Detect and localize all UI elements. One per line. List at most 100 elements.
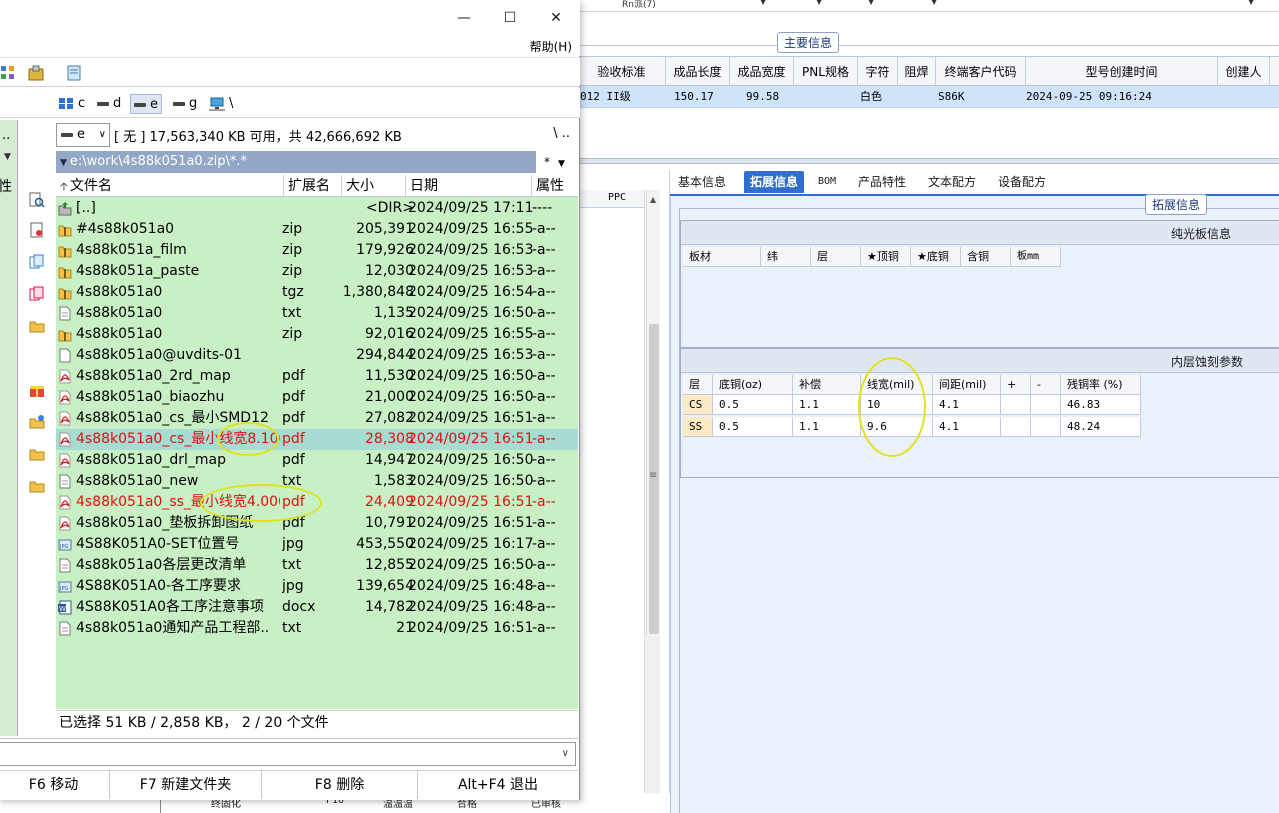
bare-header-with-copper[interactable]: 含铜 — [961, 247, 1011, 267]
close-icon[interactable]: ✕ — [546, 8, 566, 28]
new-folder-button[interactable]: F7 新建文件夹 — [110, 771, 262, 799]
etch-header-cell[interactable]: 间距(mil) — [933, 375, 1001, 395]
drive-d-button[interactable]: d — [94, 94, 124, 114]
etch-header-cell[interactable]: - — [1031, 375, 1061, 395]
etch-header-cell[interactable]: 补偿 — [793, 375, 861, 395]
table-row[interactable]: 012 II级 150.17 99.58 白色 S86K 2024-09-25 … — [578, 86, 1279, 108]
file-row[interactable]: 4s88k051a_film zip 179,926 2024/09/25 16:53… — [56, 240, 578, 261]
current-path[interactable]: ▼ e:\work\4s88k051a0.zip\*.* — [56, 151, 536, 173]
file-row[interactable]: #4s88k051a0 zip 205,391 2024/09/25 16:55 -a-… — [56, 219, 578, 240]
etch-cell[interactable] — [1001, 417, 1031, 437]
col-header-ext[interactable]: 扩展名 — [284, 175, 342, 197]
file-row[interactable]: [..] <DIR> 2024/09/25 17:11 ---- — [56, 198, 578, 219]
col-header-solder[interactable]: 阻焊 — [898, 57, 936, 87]
splitter[interactable] — [578, 158, 1279, 164]
chevron-down-icon[interactable]: ▼ — [760, 0, 766, 6]
etch-cell[interactable]: 4.1 — [933, 417, 1001, 437]
scroll-up-arrow-icon[interactable]: ▲ — [650, 195, 656, 204]
folder-icon[interactable] — [29, 446, 45, 462]
drive-c-button[interactable]: c — [56, 94, 88, 114]
col-header-creator[interactable]: 创建人 — [1218, 57, 1270, 87]
chevron-down-icon[interactable]: ▼ — [868, 0, 874, 6]
bare-header-board-mm[interactable]: 板mm — [1011, 247, 1061, 267]
root-parent-buttons[interactable]: \ .. — [553, 126, 570, 141]
file-row[interactable]: 4s88k051a0_cs_最小线宽8.100 pdf 28,308 2024/09/… — [56, 429, 578, 450]
title-bar[interactable]: — ☐ ✕ — [0, 0, 580, 36]
notepad-icon[interactable] — [66, 65, 82, 81]
bare-header-top-copper[interactable]: ★顶铜 — [861, 247, 911, 267]
col-header-created[interactable]: 型号创建时间 — [1026, 57, 1218, 87]
tab-equipment-recipe[interactable]: 设备配方 — [992, 171, 1052, 193]
network-drive-button[interactable]: \ — [206, 94, 236, 114]
etch-header-cell[interactable]: + — [1001, 375, 1031, 395]
copy-files-icon[interactable] — [29, 254, 45, 270]
col-header-width[interactable]: 成品宽度 — [730, 57, 794, 87]
file-row[interactable]: JPG 4S88K051A0-各工序要求 jpg 139,654 2024/09/25 … — [56, 576, 578, 597]
etch-cell[interactable]: CS — [683, 395, 713, 415]
tab-extended-info[interactable]: 拓展信息 — [744, 171, 805, 193]
col-header-length[interactable]: 成品长度 — [666, 57, 730, 87]
view-file-icon[interactable] — [29, 222, 45, 238]
etch-cell[interactable] — [1031, 417, 1061, 437]
file-row[interactable]: 4s88k051a0_drl_map pdf 14,947 2024/09/25 16… — [56, 450, 578, 471]
etch-cell[interactable]: 0.5 — [713, 395, 793, 415]
tab-product-features[interactable]: 产品特性 — [852, 171, 912, 193]
new-folder-icon[interactable] — [29, 414, 45, 430]
chevron-down-icon[interactable]: ∨ — [562, 748, 569, 759]
file-row[interactable]: 4s88k051a0通知产品工程部.. txt 21 2024/09/25 16:51… — [56, 618, 578, 639]
col-header-standard[interactable]: 验收标准 — [578, 57, 666, 87]
col-header-attr[interactable]: 属性 — [532, 175, 578, 197]
etch-header-cell[interactable]: 残铜率 (%) — [1061, 375, 1141, 395]
file-row[interactable]: 4s88k051a_paste zip 12,030 2024/09/25 16:53… — [56, 261, 578, 282]
etch-header-cell[interactable]: 层 — [683, 375, 713, 395]
vertical-scrollbar[interactable]: ▲ ≡ — [646, 194, 660, 636]
file-row[interactable]: JPG 4S88K051A0-SET位置号 jpg 453,550 2024/09/25… — [56, 534, 578, 555]
etch-cell[interactable] — [1001, 395, 1031, 415]
history-dropdown-icon[interactable]: ▼ — [60, 158, 67, 168]
chevron-down-icon[interactable]: ▼ — [816, 0, 822, 6]
col-header-date[interactable]: 日期 — [406, 175, 532, 197]
etch-cell[interactable] — [1031, 395, 1061, 415]
etch-cell[interactable]: 0.5 — [713, 417, 793, 437]
file-row[interactable]: W 4S88K051A0各工序注意事项 docx 14,782 2024/09/25 1… — [56, 597, 578, 618]
etch-header-cell[interactable]: 线宽(mil) — [861, 375, 933, 395]
drive-e-button[interactable]: e — [130, 94, 162, 114]
bare-header-layer[interactable]: 层 — [811, 247, 861, 267]
etch-cell[interactable]: 48.24 — [1061, 417, 1141, 437]
etch-cell[interactable]: 1.1 — [793, 417, 861, 437]
bare-header-weft[interactable]: 纬 — [761, 247, 811, 267]
file-row[interactable]: 4s88k051a0_ss_最小线宽4.000 pdf 24,409 2024/09/… — [56, 492, 578, 513]
file-row[interactable]: 4s88k051a0_垫板拆卸图纸 pdf 10,791 2024/09/25 16:… — [56, 513, 578, 534]
pack-archive-icon[interactable] — [28, 65, 44, 81]
file-list[interactable]: 🡡 文件名 扩展名 大小 日期 属性 [..] <DIR> 2024/09/25 17… — [56, 175, 578, 709]
etch-cell[interactable]: 1.1 — [793, 395, 861, 415]
file-row[interactable]: 4s88k051a0 tgz 1,380,848 2024/09/25 16:54 -a… — [56, 282, 578, 303]
etch-cell[interactable]: 4.1 — [933, 395, 1001, 415]
grid-view-icon[interactable] — [0, 65, 16, 81]
file-row[interactable]: 4s88k051a0_biaozhu pdf 21,000 2024/09/25 16… — [56, 387, 578, 408]
tab-basic-info[interactable]: 基本信息 — [672, 171, 732, 193]
exit-button[interactable]: Alt+F4 退出 — [418, 771, 578, 799]
menu-help[interactable]: 帮助(H) — [530, 38, 572, 55]
col-header-customer[interactable]: 终端客户代码 — [936, 57, 1026, 87]
tab-text-recipe[interactable]: 文本配方 — [922, 171, 982, 193]
file-row[interactable]: 4s88k051a0_2rd_map pdf 11,530 2024/09/25 16… — [56, 366, 578, 387]
etch-cell[interactable]: 46.83 — [1061, 395, 1141, 415]
etch-cell[interactable]: 10 — [861, 395, 933, 415]
tab-bom[interactable]: BOM — [812, 171, 842, 193]
col-header-pnl[interactable]: PNL规格 — [794, 57, 858, 87]
chevron-down-icon[interactable]: ▼ — [4, 152, 11, 162]
file-row[interactable]: 4s88k051a0_cs_最小SMD12 pdf 27,082 2024/09/25… — [56, 408, 578, 429]
delete-button[interactable]: F8 删除 — [262, 771, 418, 799]
etch-cell[interactable]: SS — [683, 417, 713, 437]
folder-icon[interactable] — [29, 318, 45, 334]
col-header-size[interactable]: 大小 — [342, 175, 406, 197]
etch-cell[interactable]: 9.6 — [861, 417, 933, 437]
minimize-icon[interactable]: — — [454, 8, 474, 28]
drive-select[interactable]: e ∨ — [56, 123, 110, 147]
maximize-icon[interactable]: ☐ — [500, 8, 520, 28]
find-files-icon[interactable] — [29, 192, 45, 208]
folder-icon[interactable] — [29, 478, 45, 494]
current-path-bar[interactable]: ▼ e:\work\4s88k051a0.zip\*.* * ▼ — [56, 151, 578, 173]
left-file-pane[interactable]: .. ▼ 性 — [0, 120, 18, 736]
